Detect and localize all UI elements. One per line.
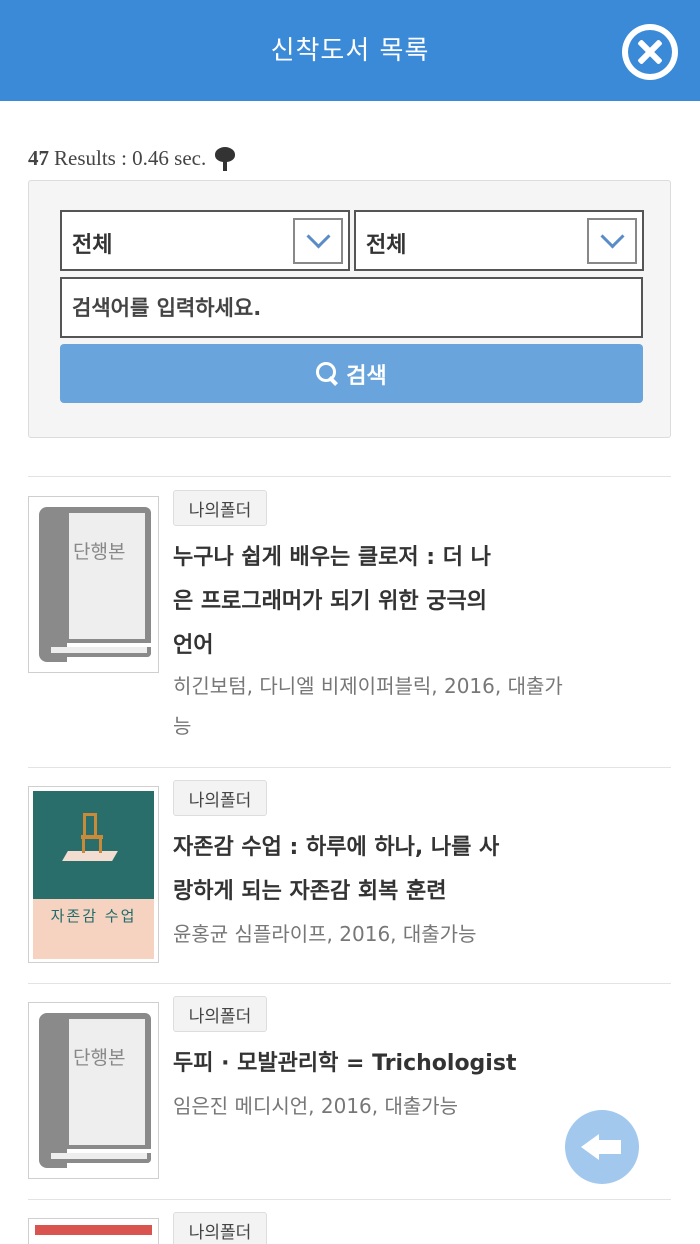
book-title[interactable]: 자존감 수업 : 하루에 하나, 나를 사랑하게 되는 자존감 회복 훈련 [173, 826, 503, 914]
results-text: Results : 0.46 sec. [54, 146, 207, 170]
search-scope-select[interactable]: 전체 [60, 210, 350, 271]
search-scope-value: 전체 [72, 233, 113, 258]
search-button-label: 검색 [346, 363, 387, 389]
book-thumbnail[interactable]: 단행본 [28, 1002, 159, 1179]
book-thumbnail[interactable]: 자존감 수업 [28, 786, 159, 963]
chevron-down-icon[interactable] [587, 218, 637, 264]
chevron-down-icon[interactable] [293, 218, 343, 264]
my-folder-button[interactable]: 나의폴더 [173, 1212, 267, 1244]
divider [28, 476, 671, 477]
my-folder-button[interactable]: 나의폴더 [173, 490, 267, 526]
search-panel: 전체 전체 검색 [28, 180, 671, 438]
results-count: 47 [28, 146, 49, 170]
book-thumbnail[interactable]: 단행본 [28, 496, 159, 673]
chair-icon [81, 813, 103, 853]
divider [28, 1199, 671, 1200]
search-field-select[interactable]: 전체 [354, 210, 644, 271]
results-summary: 47 Results : 0.46 sec. [28, 146, 236, 171]
divider [28, 767, 671, 768]
book-icon: 단행본 [39, 1013, 151, 1168]
close-button[interactable] [622, 24, 678, 80]
app-header: 신착도서 목록 [0, 0, 700, 101]
back-button[interactable] [565, 1110, 639, 1184]
search-field-value: 전체 [366, 233, 407, 258]
cover-label: 단행본 [73, 541, 126, 563]
cover-title: 자존감 수업 [50, 907, 137, 925]
book-icon: 단행본 [39, 507, 151, 662]
close-icon [628, 30, 672, 74]
my-folder-button[interactable]: 나의폴더 [173, 996, 267, 1032]
list-item[interactable]: 나의폴더 [28, 1212, 671, 1244]
book-title[interactable]: 누구나 쉽게 배우는 클로저 : 더 나은 프로그래머가 되기 위한 궁극의 언… [173, 536, 503, 668]
tree-icon [214, 146, 236, 171]
search-button[interactable]: 검색 [60, 344, 643, 403]
my-folder-button[interactable]: 나의폴더 [173, 780, 267, 816]
book-meta: 히긴보텀, 다니엘 비제이퍼블릭, 2016, 대출가능 [173, 674, 563, 738]
book-meta: 임은진 메디시언, 2016, 대출가능 [173, 1094, 459, 1118]
search-input[interactable] [60, 277, 643, 338]
book-thumbnail[interactable] [28, 1218, 159, 1244]
cover-label: 단행본 [73, 1047, 126, 1069]
search-icon [316, 361, 340, 386]
page-title: 신착도서 목록 [270, 36, 430, 66]
book-meta: 윤홍균 심플라이프, 2016, 대출가능 [173, 922, 477, 946]
divider [28, 983, 671, 984]
book-title[interactable]: 두피 · 모발관리학 = Trichologist [173, 1042, 573, 1086]
